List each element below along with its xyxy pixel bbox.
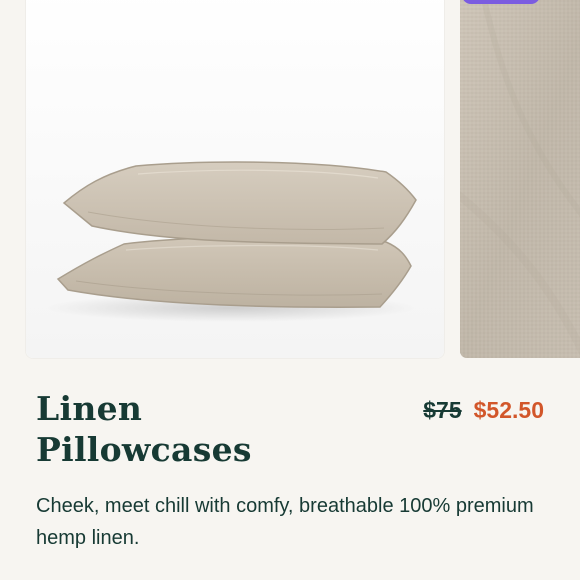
pillowcases-image bbox=[26, 0, 444, 358]
price-block: $75 $52.50 bbox=[423, 396, 544, 424]
product-description: Cheek, meet chill with comfy, breathable… bbox=[36, 495, 534, 549]
promo-badge bbox=[462, 0, 540, 4]
sale-price: $52.50 bbox=[473, 397, 544, 423]
product-page: Linen Pillowcases $75 $52.50 Cheek, meet … bbox=[0, 0, 580, 580]
product-image-carousel[interactable] bbox=[0, 0, 580, 360]
next-image-card[interactable] bbox=[460, 0, 580, 358]
product-title: Linen Pillowcases bbox=[36, 389, 252, 469]
linen-texture-image bbox=[460, 0, 580, 358]
product-image-card[interactable] bbox=[26, 0, 444, 358]
original-price: $75 bbox=[423, 397, 462, 423]
